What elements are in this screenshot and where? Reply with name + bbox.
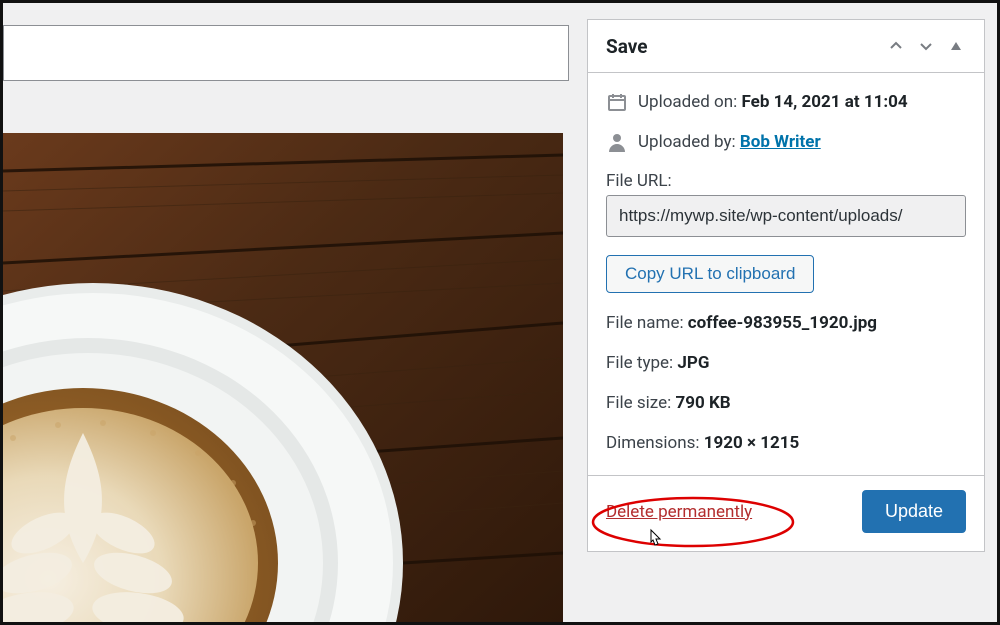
file-type-label: File type: [606, 353, 677, 373]
chevron-up-icon[interactable] [884, 34, 908, 58]
dimensions-value: 1920 × 1215 [704, 433, 800, 453]
cursor-pointer-icon [643, 528, 665, 556]
collapse-triangle-icon[interactable] [944, 34, 968, 58]
copy-url-button[interactable]: Copy URL to clipboard [606, 255, 814, 293]
save-panel: Save Uploaded on: Feb 14, 2021 [587, 19, 985, 552]
title-input[interactable] [3, 25, 569, 81]
update-button[interactable]: Update [862, 490, 966, 533]
file-url-input[interactable] [606, 195, 966, 237]
dimensions-label: Dimensions: [606, 433, 704, 453]
delete-permanently-link[interactable]: Delete permanently [606, 502, 752, 522]
uploaded-by-label: Uploaded by: [638, 132, 740, 152]
chevron-down-icon[interactable] [914, 34, 938, 58]
uploaded-on-value: Feb 14, 2021 at 11:04 [741, 92, 907, 112]
file-size-value: 790 KB [675, 393, 730, 413]
file-size-label: File size: [606, 393, 675, 413]
media-preview [3, 133, 569, 622]
file-name-label: File name: [606, 313, 688, 333]
file-name-value: coffee-983955_1920.jpg [688, 313, 877, 333]
panel-title: Save [606, 35, 878, 58]
uploaded-by-user-link[interactable]: Bob Writer [740, 132, 821, 152]
calendar-icon [606, 91, 628, 113]
user-icon [606, 131, 628, 153]
file-type-value: JPG [677, 353, 709, 373]
uploaded-on-label: Uploaded on: [638, 92, 741, 112]
file-url-label: File URL: [606, 171, 966, 191]
